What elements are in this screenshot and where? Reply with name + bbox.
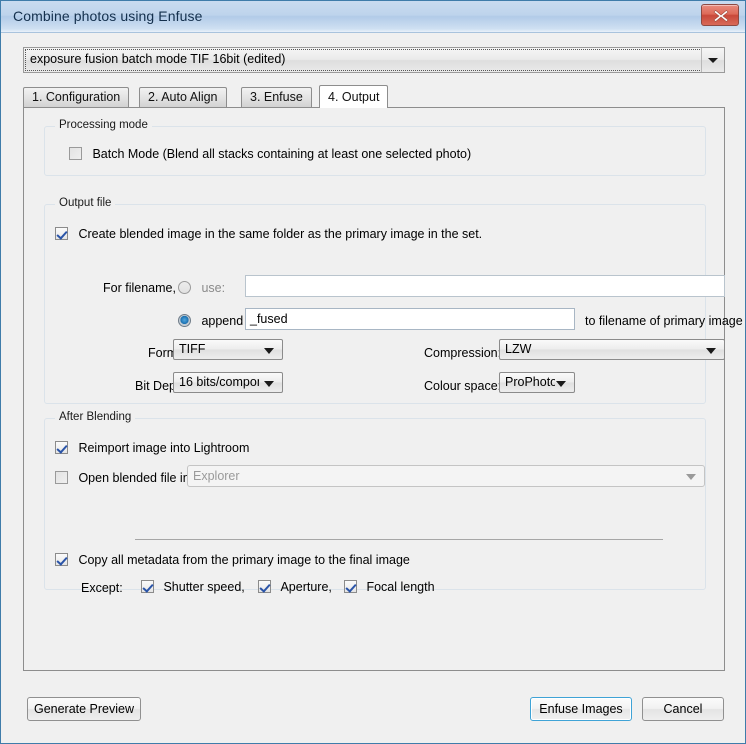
colour-space-combo[interactable]: ProPhoto [499,372,575,393]
append-suffix-input[interactable]: _fused [245,308,575,330]
use-radio[interactable] [178,281,191,295]
copy-metadata-checkbox[interactable] [55,553,68,567]
enfuse-dialog-window: Combine photos using Enfuse exposure fus… [0,0,746,744]
compression-value: LZW [505,342,532,356]
append-radio-row[interactable]: append [178,312,243,330]
title-bar: Combine photos using Enfuse [1,1,745,33]
open-with-combo[interactable]: Explorer [187,465,705,487]
except-label-row: Except: [81,579,123,597]
preset-dropdown-arrow[interactable] [701,48,724,72]
except-shutter-speed-row[interactable]: Shutter speed, [141,578,245,596]
generate-preview-button[interactable]: Generate Preview [27,697,141,721]
create-blended-checkbox[interactable] [55,227,68,241]
for-filename-label-row: For filename, [103,279,176,297]
bit-depth-value: 16 bits/component [179,375,259,389]
use-radio-row[interactable]: use: [178,279,225,297]
chevron-down-icon [706,347,716,354]
except-focal-length-checkbox[interactable] [344,580,357,594]
after-blending-group: After Blending Reimport image into Light… [44,411,706,595]
open-blended-row[interactable]: Open blended file in [55,469,190,487]
use-filename-input[interactable] [245,275,725,297]
bit-depth-combo[interactable]: 16 bits/component [173,372,283,393]
tab-strip: 1. Configuration 2. Auto Align 3. Enfuse… [23,85,725,108]
preset-combo[interactable]: exposure fusion batch mode TIF 16bit (ed… [23,47,725,73]
append-suffix-text-row: to filename of primary image [585,312,743,330]
open-blended-label: Open blended file in [78,470,190,485]
except-shutter-speed-checkbox[interactable] [141,580,154,594]
close-button[interactable] [701,4,739,26]
batch-mode-checkbox[interactable] [69,147,82,161]
except-shutter-speed-label: Shutter speed, [163,579,245,594]
window-title: Combine photos using Enfuse [13,8,203,24]
copy-metadata-row[interactable]: Copy all metadata from the primary image… [55,551,410,569]
reimport-checkbox[interactable] [55,441,68,455]
for-filename-label: For filename, [103,280,176,295]
tab-auto-align[interactable]: 2. Auto Align [139,87,227,107]
chevron-down-icon [686,474,696,480]
tab-enfuse[interactable]: 3. Enfuse [241,87,312,107]
except-aperture-label: Aperture, [280,579,332,594]
chevron-down-icon [264,347,274,354]
tab-configuration[interactable]: 1. Configuration [23,87,130,107]
copy-metadata-label: Copy all metadata from the primary image… [78,552,410,567]
colour-space-label-row: Colour space: [424,377,501,395]
chevron-down-icon [708,58,718,63]
except-aperture-row[interactable]: Aperture, [258,578,332,596]
create-blended-row[interactable]: Create blended image in the same folder … [55,225,482,243]
open-blended-checkbox[interactable] [55,471,68,485]
except-label: Except: [81,580,123,595]
colour-space-label: Colour space: [424,378,502,393]
open-with-value: Explorer [193,469,240,483]
output-file-group: Output file Create blended image in the … [44,197,743,404]
enfuse-images-button[interactable]: Enfuse Images [530,697,632,721]
append-radio-label: append [201,313,244,328]
colour-space-value: ProPhoto [505,375,555,389]
append-radio[interactable] [178,314,191,328]
compression-label-row: Compression: [424,344,501,362]
cancel-button[interactable]: Cancel [642,697,724,721]
batch-mode-label: Batch Mode (Blend all stacks containing … [92,146,472,161]
preset-value: exposure fusion batch mode TIF 16bit (ed… [30,52,286,66]
format-combo[interactable]: TIFF [173,339,283,360]
format-value: TIFF [179,342,206,356]
close-icon [713,9,729,23]
chevron-down-icon [264,380,274,387]
chevron-down-icon [556,380,566,387]
after-blending-legend: After Blending [55,411,136,423]
except-aperture-checkbox[interactable] [258,580,271,594]
tab-output[interactable]: 4. Output [319,85,389,108]
processing-mode-group: Processing mode Batch Mode (Blend all st… [44,119,706,176]
compression-label: Compression: [424,345,502,360]
except-focal-length-row[interactable]: Focal length [344,578,435,596]
output-tab-panel: Processing mode Batch Mode (Blend all st… [23,107,743,671]
reimport-label: Reimport image into Lightroom [78,440,250,455]
use-radio-label: use: [201,280,226,295]
output-file-legend: Output file [55,197,116,209]
create-blended-label: Create blended image in the same folder … [78,226,483,241]
batch-mode-row[interactable]: Batch Mode (Blend all stacks containing … [69,145,471,163]
section-divider [135,539,663,540]
reimport-row[interactable]: Reimport image into Lightroom [55,439,249,457]
dialog-content: exposure fusion batch mode TIF 16bit (ed… [1,33,745,743]
append-suffix-label: to filename of primary image [585,313,743,328]
except-focal-length-label: Focal length [366,579,435,594]
compression-combo[interactable]: LZW [499,339,725,360]
processing-mode-legend: Processing mode [55,119,152,131]
